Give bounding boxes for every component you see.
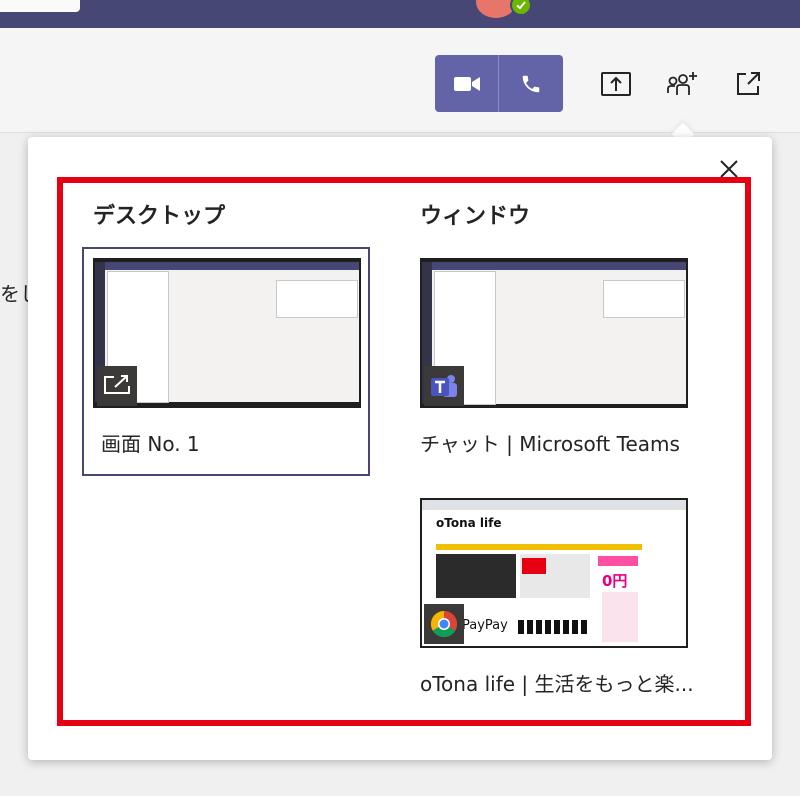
chrome-badge bbox=[424, 604, 464, 644]
call-button-group bbox=[435, 55, 563, 112]
pop-out-button[interactable] bbox=[730, 66, 766, 102]
ad-price-text: 0円 bbox=[602, 572, 628, 590]
teams-icon bbox=[431, 375, 457, 397]
screen-share-badge bbox=[97, 366, 137, 406]
site-logo-text: oTona life bbox=[436, 516, 502, 530]
share-screen-button[interactable] bbox=[598, 66, 634, 102]
share-screen-icon bbox=[601, 72, 631, 96]
window-section-title: ウィンドウ bbox=[420, 204, 531, 229]
teams-badge bbox=[424, 366, 464, 406]
browser-window-label: oTona life | 生活をもっと楽... bbox=[420, 672, 694, 696]
add-people-button[interactable] bbox=[664, 66, 700, 102]
presence-available-icon bbox=[510, 0, 532, 16]
title-bar bbox=[0, 0, 800, 28]
teams-window-label: チャット | Microsoft Teams bbox=[420, 432, 680, 456]
window-tab bbox=[0, 0, 80, 12]
video-call-button[interactable] bbox=[435, 55, 498, 112]
desktop-section-title: デスクトップ bbox=[93, 204, 226, 229]
add-people-icon bbox=[667, 72, 697, 95]
phone-icon bbox=[522, 75, 539, 92]
desktop-item-label: 画面 No. 1 bbox=[101, 432, 200, 456]
screen-share-icon bbox=[104, 375, 130, 394]
close-icon bbox=[720, 160, 738, 178]
pop-out-icon bbox=[737, 72, 760, 95]
video-camera-icon bbox=[453, 76, 480, 91]
paypay-ad-text: PayPay bbox=[462, 618, 508, 633]
chrome-icon bbox=[430, 610, 458, 638]
audio-call-button[interactable] bbox=[499, 55, 562, 112]
